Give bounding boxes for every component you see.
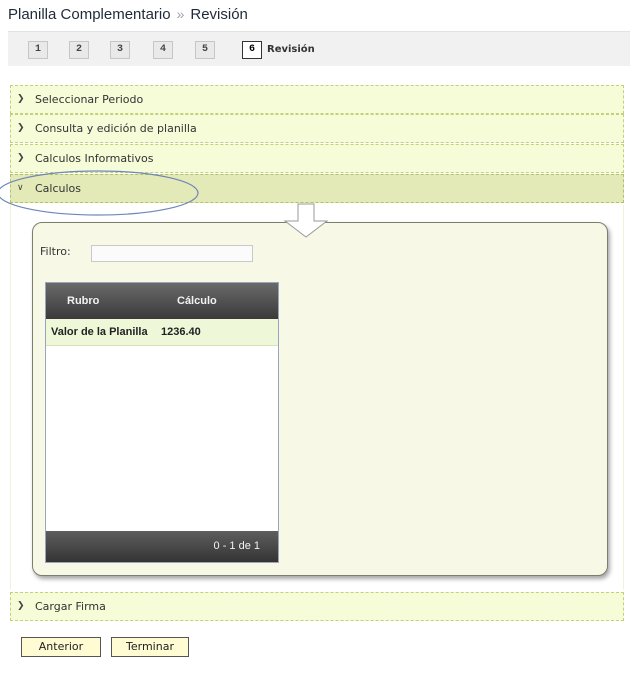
- step-6-active[interactable]: 6: [242, 41, 262, 59]
- chevron-down-icon: ∨: [17, 183, 24, 193]
- step-6-name: Revisión: [267, 44, 315, 55]
- column-header-calculo[interactable]: Cálculo: [177, 295, 217, 307]
- page-title-main: Planilla Complementario: [8, 6, 171, 23]
- finish-button[interactable]: Terminar: [111, 637, 189, 657]
- page-title: Planilla Complementario » Revisión: [8, 6, 248, 28]
- section-label: Consulta y edición de planilla: [35, 122, 197, 135]
- table-row[interactable]: Valor de la Planilla 1236.40: [46, 319, 278, 346]
- step-1[interactable]: 1: [28, 41, 48, 59]
- step-4[interactable]: 4: [153, 41, 173, 59]
- section-label: Calculos Informativos: [35, 152, 154, 165]
- cell-rubro: Valor de la Planilla: [51, 326, 148, 338]
- page-title-current: Revisión: [190, 6, 248, 23]
- breadcrumb-separator: »: [176, 6, 185, 22]
- section-label: Calculos: [35, 182, 82, 195]
- calculos-grid: Rubro Cálculo Valor de la Planilla 1236.…: [45, 282, 279, 563]
- filter-label: Filtro:: [40, 245, 71, 258]
- section-label: Seleccionar Periodo: [35, 93, 144, 106]
- wizard-stepbar: 1 2 3 4 5 6 Revisión: [8, 31, 630, 66]
- section-calculos-informativos[interactable]: ❯ Calculos Informativos: [10, 144, 624, 173]
- section-consulta-edicion[interactable]: ❯ Consulta y edición de planilla: [10, 114, 624, 143]
- chevron-right-icon: ❯: [17, 601, 25, 611]
- grid-footer: 0 - 1 de 1: [46, 531, 278, 562]
- chevron-right-icon: ❯: [17, 94, 25, 104]
- step-2[interactable]: 2: [69, 41, 89, 59]
- section-seleccionar-periodo[interactable]: ❯ Seleccionar Periodo: [10, 85, 624, 114]
- filter-input[interactable]: [91, 245, 253, 262]
- section-cargar-firma[interactable]: ❯ Cargar Firma: [10, 592, 624, 621]
- section-label: Cargar Firma: [35, 600, 106, 613]
- step-5[interactable]: 5: [195, 41, 215, 59]
- section-calculos[interactable]: ∨ Calculos: [10, 174, 624, 203]
- cell-calculo: 1236.40: [161, 326, 201, 338]
- pager-info: 0 - 1 de 1: [213, 540, 260, 552]
- column-header-rubro[interactable]: Rubro: [67, 295, 99, 307]
- previous-button[interactable]: Anterior: [21, 637, 101, 657]
- chevron-right-icon: ❯: [17, 123, 25, 133]
- chevron-right-icon: ❯: [17, 153, 25, 163]
- step-3[interactable]: 3: [110, 41, 130, 59]
- grid-header: Rubro Cálculo: [46, 283, 278, 319]
